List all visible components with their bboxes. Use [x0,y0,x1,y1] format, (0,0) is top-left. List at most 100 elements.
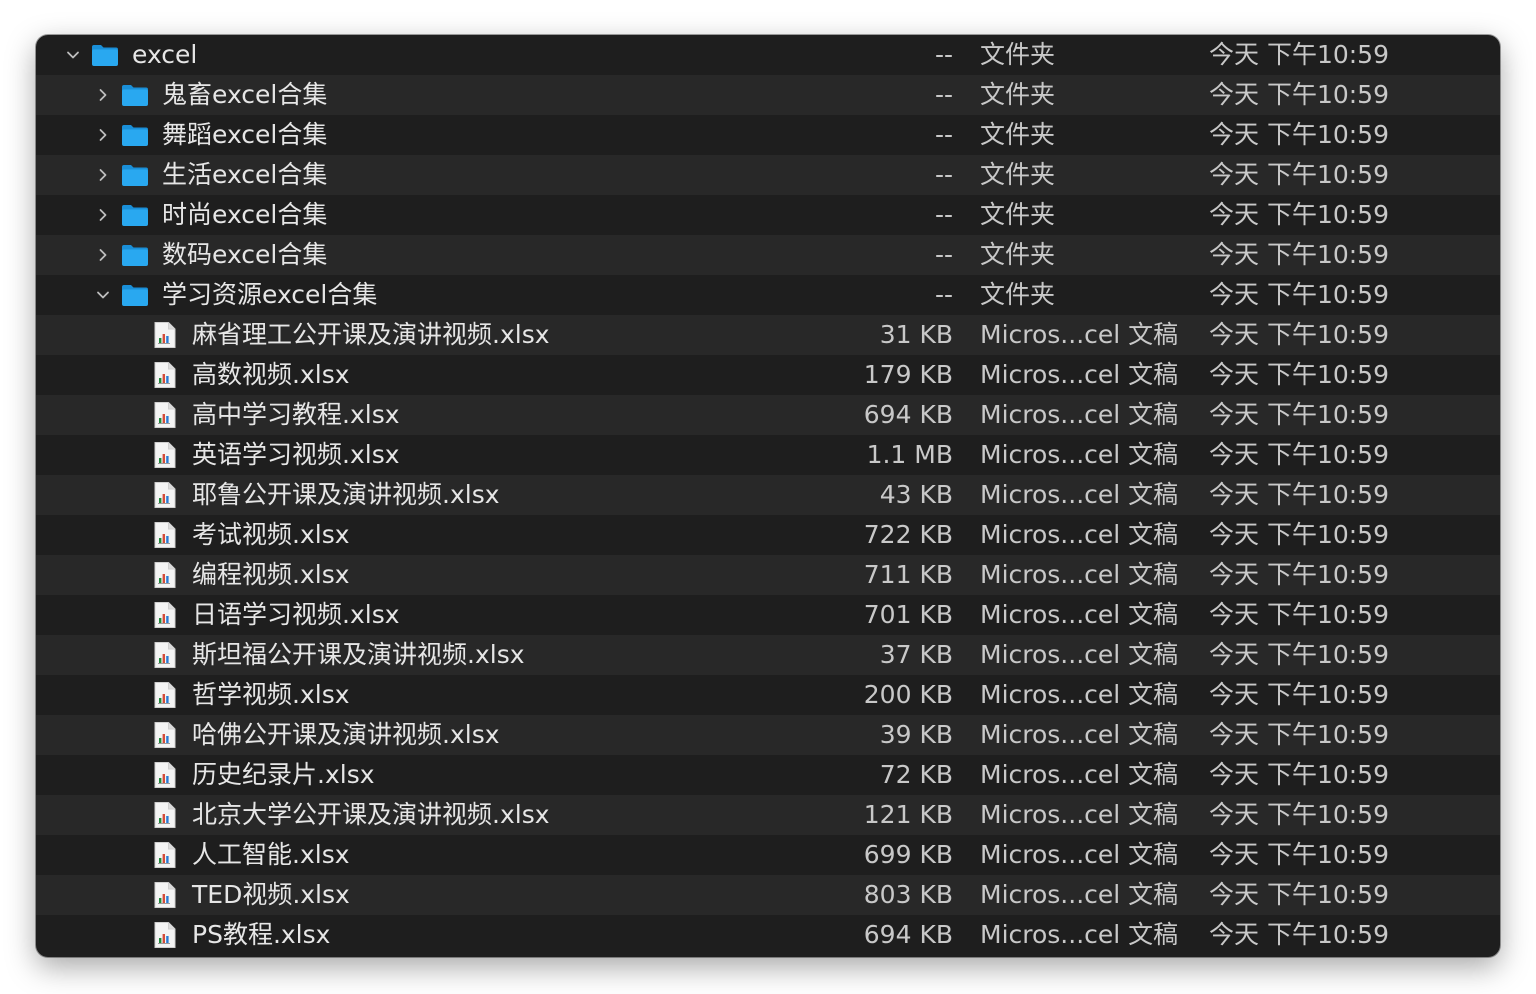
item-size: 1.1 MB [866,440,953,469]
item-kind: Micros...cel 文稿 [980,600,1179,629]
item-kind: Micros...cel 文稿 [980,480,1179,509]
item-size: -- [934,80,953,109]
folder-row[interactable]: excel -- 文件夹 今天 下午10:59 [36,35,1500,75]
file-row[interactable]: 高中学习教程.xlsx 694 KB Micros...cel 文稿 今天 下午10:… [36,395,1500,435]
item-date-modified: 今天 下午10:59 [1209,840,1389,869]
item-name: 英语学习视频.xlsx [192,440,400,469]
item-kind: Micros...cel 文稿 [980,680,1179,709]
item-name: 高数视频.xlsx [192,360,350,389]
item-kind: Micros...cel 文稿 [980,400,1179,429]
item-size: 37 KB [879,640,953,669]
file-row[interactable]: 英语学习视频.xlsx 1.1 MB Micros...cel 文稿 今天 下午10:… [36,435,1500,475]
xlsx-file-icon [150,475,180,515]
item-name: 舞蹈excel合集 [162,120,328,149]
item-kind: Micros...cel 文稿 [980,320,1179,349]
item-date-modified: 今天 下午10:59 [1209,560,1389,589]
item-date-modified: 今天 下午10:59 [1209,320,1389,349]
item-size: 722 KB [863,520,953,549]
xlsx-file-icon [150,875,180,915]
folder-row[interactable]: 时尚excel合集 -- 文件夹 今天 下午10:59 [36,195,1500,235]
item-date-modified: 今天 下午10:59 [1209,80,1389,109]
item-date-modified: 今天 下午10:59 [1209,200,1389,229]
item-name: 考试视频.xlsx [192,520,350,549]
folder-icon [120,235,150,275]
chevron-down-icon[interactable] [64,35,82,75]
item-name: 高中学习教程.xlsx [192,400,400,429]
file-row[interactable]: 日语学习视频.xlsx 701 KB Micros...cel 文稿 今天 下午10:… [36,595,1500,635]
item-size: 694 KB [863,400,953,429]
file-row[interactable]: 高数视频.xlsx 179 KB Micros...cel 文稿 今天 下午10:59 [36,355,1500,395]
item-name: 生活excel合集 [162,160,328,189]
item-date-modified: 今天 下午10:59 [1209,160,1389,189]
item-kind: Micros...cel 文稿 [980,920,1179,949]
item-date-modified: 今天 下午10:59 [1209,440,1389,469]
chevron-right-icon[interactable] [94,195,112,235]
file-row[interactable]: 编程视频.xlsx 711 KB Micros...cel 文稿 今天 下午10:59 [36,555,1500,595]
item-date-modified: 今天 下午10:59 [1209,760,1389,789]
item-kind: Micros...cel 文稿 [980,760,1179,789]
item-size: 200 KB [863,680,953,709]
item-size: 43 KB [879,480,953,509]
chevron-right-icon[interactable] [94,155,112,195]
item-kind: 文件夹 [980,200,1056,229]
item-date-modified: 今天 下午10:59 [1209,800,1389,829]
file-row[interactable]: 人工智能.xlsx 699 KB Micros...cel 文稿 今天 下午10:59 [36,835,1500,875]
item-name: 斯坦福公开课及演讲视频.xlsx [192,640,525,669]
item-name: 人工智能.xlsx [192,840,350,869]
item-size: 694 KB [863,920,953,949]
folder-row[interactable]: 鬼畜excel合集 -- 文件夹 今天 下午10:59 [36,75,1500,115]
chevron-right-icon[interactable] [94,235,112,275]
item-name: 日语学习视频.xlsx [192,600,400,629]
item-name: 编程视频.xlsx [192,560,350,589]
file-row[interactable]: TED视频.xlsx 803 KB Micros...cel 文稿 今天 下午10:5… [36,875,1500,915]
finder-window: excel -- 文件夹 今天 下午10:59 鬼畜excel合集 -- 文件夹 今天 下午1… [36,35,1500,957]
item-size: 72 KB [879,760,953,789]
item-kind: Micros...cel 文稿 [980,720,1179,749]
item-kind: 文件夹 [980,40,1056,69]
item-size: 31 KB [879,320,953,349]
item-size: 39 KB [879,720,953,749]
file-row[interactable]: 麻省理工公开课及演讲视频.xlsx 31 KB Micros...cel 文稿 今天 … [36,315,1500,355]
folder-icon [120,155,150,195]
folder-row[interactable]: 舞蹈excel合集 -- 文件夹 今天 下午10:59 [36,115,1500,155]
file-row[interactable]: 历史纪录片.xlsx 72 KB Micros...cel 文稿 今天 下午10:59 [36,755,1500,795]
item-date-modified: 今天 下午10:59 [1209,480,1389,509]
folder-icon [120,75,150,115]
item-kind: Micros...cel 文稿 [980,520,1179,549]
xlsx-file-icon [150,915,180,955]
item-date-modified: 今天 下午10:59 [1209,640,1389,669]
chevron-down-icon[interactable] [94,275,112,315]
folder-row[interactable]: 学习资源excel合集 -- 文件夹 今天 下午10:59 [36,275,1500,315]
folder-row[interactable]: 数码excel合集 -- 文件夹 今天 下午10:59 [36,235,1500,275]
file-row[interactable]: 斯坦福公开课及演讲视频.xlsx 37 KB Micros...cel 文稿 今天 下… [36,635,1500,675]
xlsx-file-icon [150,395,180,435]
item-size: -- [934,280,953,309]
item-date-modified: 今天 下午10:59 [1209,240,1389,269]
folder-row[interactable]: 生活excel合集 -- 文件夹 今天 下午10:59 [36,155,1500,195]
xlsx-file-icon [150,315,180,355]
file-row[interactable]: 考试视频.xlsx 722 KB Micros...cel 文稿 今天 下午10:59 [36,515,1500,555]
file-row[interactable]: 哈佛公开课及演讲视频.xlsx 39 KB Micros...cel 文稿 今天 下午… [36,715,1500,755]
chevron-right-icon[interactable] [94,115,112,155]
item-date-modified: 今天 下午10:59 [1209,120,1389,149]
xlsx-file-icon [150,795,180,835]
item-date-modified: 今天 下午10:59 [1209,920,1389,949]
item-date-modified: 今天 下午10:59 [1209,400,1389,429]
item-name: TED视频.xlsx [192,880,350,909]
chevron-right-icon[interactable] [94,75,112,115]
item-kind: Micros...cel 文稿 [980,560,1179,589]
item-date-modified: 今天 下午10:59 [1209,360,1389,389]
item-name: 麻省理工公开课及演讲视频.xlsx [192,320,550,349]
file-row[interactable]: PS教程.xlsx 694 KB Micros...cel 文稿 今天 下午10:59 [36,915,1500,955]
item-date-modified: 今天 下午10:59 [1209,720,1389,749]
item-kind: 文件夹 [980,160,1056,189]
file-row[interactable]: 耶鲁公开课及演讲视频.xlsx 43 KB Micros...cel 文稿 今天 下午… [36,475,1500,515]
folder-icon [90,35,120,75]
xlsx-file-icon [150,715,180,755]
item-name: PS教程.xlsx [192,920,331,949]
file-row[interactable]: 哲学视频.xlsx 200 KB Micros...cel 文稿 今天 下午10:59 [36,675,1500,715]
item-name: 数码excel合集 [162,240,328,269]
item-name: 北京大学公开课及演讲视频.xlsx [192,800,550,829]
item-name: 哈佛公开课及演讲视频.xlsx [192,720,500,749]
file-row[interactable]: 北京大学公开课及演讲视频.xlsx 121 KB Micros...cel 文稿 今天… [36,795,1500,835]
